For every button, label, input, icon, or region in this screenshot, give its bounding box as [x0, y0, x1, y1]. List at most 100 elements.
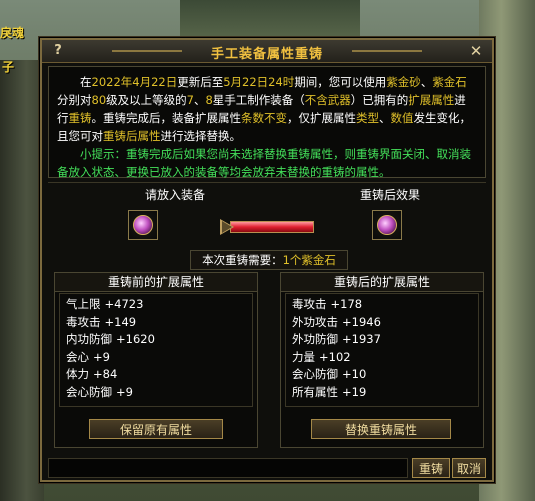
notice-segment: 、 [193, 93, 206, 107]
attribute-row: 毒攻击 +149 [66, 314, 246, 332]
notice-tip: 小提示：重铸完成后如果您尚未选择替换重铸属性，则重铸界面关闭、取消装备放入状态、… [57, 147, 471, 179]
notice-segment: 7 [186, 93, 194, 107]
notice-segment: 、 [379, 111, 391, 125]
after-panel-title: 重铸后的扩展属性 [281, 273, 483, 292]
result-slot[interactable] [372, 210, 402, 240]
notice-segment: 级及以上等级的 [106, 93, 187, 107]
arrow-bar [230, 221, 314, 233]
attribute-name: 会心防御 [292, 367, 338, 381]
attribute-value: +149 [104, 314, 137, 329]
attribute-name: 所有属性 [292, 384, 338, 399]
attribute-name: 会心防御 [66, 384, 112, 399]
put-equipment-label: 请放入装备 [145, 188, 206, 202]
after-attributes-panel: 重铸后的扩展属性 毒攻击 +178 外功攻击 +1946 外功防御 +1937 力量 +102… [280, 272, 484, 448]
arrow-chevron-inner [222, 221, 232, 233]
attribute-row: 内功防御 +1620 [66, 331, 246, 349]
notice-segment: 期间，您可以使用 [294, 75, 387, 89]
notice-segment: 重铸后属性 [103, 129, 161, 143]
attribute-name: 毒攻击 [292, 297, 327, 311]
attribute-value: +19 [342, 384, 367, 399]
scene-npc-label-2: 子 [2, 60, 15, 74]
amulet-icon [377, 215, 397, 235]
notice-segment: 数值 [390, 111, 414, 125]
attribute-name: 毒攻击 [66, 314, 101, 329]
attribute-value: +1937 [342, 332, 381, 346]
cancel-button[interactable]: 取消 [452, 458, 486, 478]
notice-segment: 类型 [356, 111, 379, 125]
message-input[interactable] [48, 458, 408, 478]
notice-segment: 、 [420, 75, 433, 89]
recast-button[interactable]: 重铸 [412, 458, 450, 478]
after-attribute-list: 毒攻击 +178 外功攻击 +1946 外功防御 +1937 力量 +102 会心防御 +10 所有… [285, 293, 479, 407]
divider [48, 182, 486, 183]
notice-segment: 在 [80, 75, 92, 89]
attribute-name: 气上限 [66, 297, 101, 311]
attribute-row: 毒攻击 +178 [292, 296, 472, 314]
before-panel-title: 重铸前的扩展属性 [55, 273, 257, 292]
notice-segment: 紫金石 [432, 75, 467, 89]
notice-paragraph: 在2022年4月22日更新后至5月22日24时期间，您可以使用紫金砂、紫金石分别… [57, 73, 477, 145]
bottom-bar: 重铸 取消 [48, 458, 486, 480]
attribute-row: 外功防御 +1937 [292, 331, 472, 349]
attribute-row: 会心防御 +10 [292, 366, 472, 384]
attribute-name: 外功防御 [292, 332, 338, 346]
attribute-name: 内功防御 [66, 332, 112, 346]
attribute-value: +84 [93, 367, 118, 381]
replace-recast-button[interactable]: 替换重铸属性 [311, 419, 451, 439]
attribute-row: 会心 +9 [66, 349, 246, 367]
attribute-name: 外功攻击 [292, 314, 338, 329]
recast-cost: 本次重铸需要：1个紫金石 [190, 250, 348, 270]
amulet-icon [133, 215, 153, 235]
notice-segment: 分别对 [57, 93, 92, 107]
attribute-value: +10 [342, 367, 367, 381]
dialog-titlebar[interactable]: ? 手工装备属性重铸 ✕ [42, 40, 492, 63]
attribute-row: 体力 +84 [66, 366, 246, 384]
cost-prefix: 本次重铸需要： [202, 253, 283, 267]
attribute-value: +9 [116, 384, 133, 399]
before-attributes-panel: 重铸前的扩展属性 气上限 +4723 毒攻击 +149 内功防御 +1620 会心 +9 体力 +… [54, 272, 258, 448]
attribute-value: +178 [330, 297, 363, 311]
attribute-row: 力量 +102 [292, 349, 472, 367]
notice-segment: ，仅扩展属性 [287, 111, 356, 125]
notice-segment: 紫金砂 [386, 75, 421, 89]
title-ornament-right [352, 50, 422, 52]
keep-original-button[interactable]: 保留原有属性 [89, 419, 223, 439]
attribute-name: 力量 [292, 349, 315, 364]
close-button[interactable]: ✕ [466, 42, 486, 60]
attribute-row: 外功攻击 +1946 [292, 314, 472, 332]
attribute-name: 会心 [66, 349, 89, 364]
attribute-value: +1946 [342, 314, 381, 329]
notice-segment: 进行选择替换。 [160, 129, 242, 143]
equipment-slot[interactable] [128, 210, 158, 240]
notice-segment: 。重铸完成后，装备扩展属性 [91, 111, 242, 125]
notice-segment: 条数不变 [241, 111, 287, 125]
scene-wall-left [0, 60, 44, 501]
attribute-value: +102 [319, 349, 351, 364]
dialog-title: 手工装备属性重铸 [210, 47, 323, 62]
cost-amount: 1个紫金石 [282, 253, 336, 267]
notice-segment: 2022年4月22日 [91, 75, 178, 89]
attribute-name: 体力 [66, 367, 89, 381]
recast-arrow-icon [220, 216, 318, 238]
attribute-value: +4723 [104, 297, 144, 311]
notice-segment: 更新后至 [177, 75, 224, 89]
notice-segment: 8 [205, 93, 213, 107]
recast-dialog: ? 手工装备属性重铸 ✕ 在2022年4月22日更新后至5月22日24时期间，您… [40, 38, 494, 482]
notice-segment: 重铸 [68, 111, 92, 125]
notice-segment: ）已拥有的 [350, 93, 409, 107]
notice-segment: 5月22日24时 [223, 75, 295, 89]
attribute-value: +9 [93, 349, 110, 364]
notice-segment: 扩展属性 [408, 93, 455, 107]
notice-segment: 80 [91, 93, 107, 107]
result-label: 重铸后效果 [360, 188, 421, 202]
notice-segment: 星手工制作装备（ [212, 93, 305, 107]
event-notice: 在2022年4月22日更新后至5月22日24时期间，您可以使用紫金砂、紫金石分别… [48, 66, 486, 179]
notice-segment: 不含武器 [304, 93, 351, 107]
attribute-row: 气上限 +4723 [66, 296, 246, 314]
scene-npc-label: 戾魂 [0, 26, 25, 40]
attribute-row: 会心防御 +9 [66, 384, 246, 402]
before-attribute-list: 气上限 +4723 毒攻击 +149 内功防御 +1620 会心 +9 体力 +84 会心防御 +9 [59, 293, 253, 407]
scene-roof [180, 0, 360, 40]
attribute-value: +1620 [116, 332, 155, 346]
attribute-row: 所有属性 +19 [292, 384, 472, 402]
